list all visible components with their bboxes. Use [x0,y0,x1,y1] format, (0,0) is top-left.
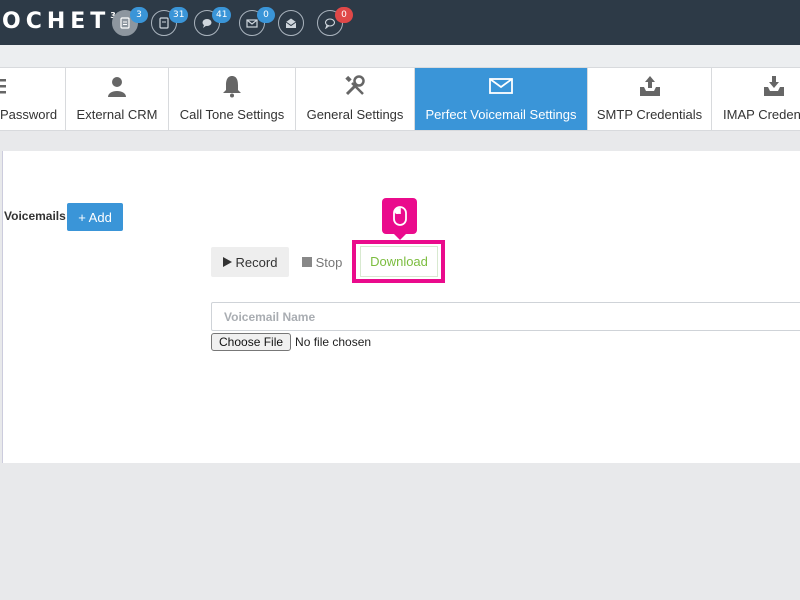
badge-count: 0 [335,7,353,23]
tab-call-tone-settings[interactable]: Call Tone Settings [169,68,296,130]
tab-imap-credentials[interactable]: IMAP Credentials [712,68,800,130]
tab-label: IMAP Credentials [723,107,800,122]
list-icon [0,79,6,94]
mouse-icon [392,206,407,226]
inbox-button[interactable] [278,10,304,36]
notifications-files-button[interactable]: 31 [151,7,189,36]
record-button[interactable]: Record [211,247,289,277]
tab-smtp-credentials[interactable]: SMTP Credentials [588,68,712,130]
download-button[interactable]: Download [360,246,438,277]
tab-label: Perfect Voicemail Settings [425,107,577,122]
speech-bubble-icon [324,18,336,29]
tab-label: Call Tone Settings [179,107,285,122]
document-icon [159,17,169,29]
chat-icon [202,19,212,28]
logo-text: OCHET [2,9,111,34]
badge-count: 0 [257,7,275,23]
inbox-upload-icon [639,76,660,96]
tab-label: SMTP Credentials [596,107,703,122]
tab-label: Password [0,107,58,122]
top-navbar: OCHET360 3 31 41 0 0 [0,0,800,45]
play-icon [222,257,232,267]
tab-password[interactable]: Password [0,68,66,130]
user-icon [108,77,126,97]
file-status-text: No file chosen [295,335,372,349]
mouse-click-indicator [382,198,417,240]
record-label: Record [235,254,278,270]
voicemails-label: Voicemails [4,209,66,223]
notifications-mail-button[interactable]: 0 [239,7,275,36]
bell-icon [223,76,241,98]
tab-general-settings[interactable]: General Settings [296,68,415,130]
sub-header-bar [0,45,800,67]
add-voicemail-button[interactable]: + Add [67,203,123,231]
badge-count: 3 [130,7,148,23]
document-icon [120,17,130,29]
envelope-icon [246,19,258,28]
tab-perfect-voicemail-settings[interactable]: Perfect Voicemail Settings [415,68,588,130]
notifications-documents-button[interactable]: 3 [112,7,148,36]
stop-label: Stop [315,254,343,270]
tab-label: External CRM [76,107,158,122]
inbox-download-icon [763,76,784,96]
choose-file-button[interactable]: Choose File [211,333,292,351]
tab-label: General Settings [306,107,404,122]
tab-separator-strip [0,132,800,151]
settings-tab-bar: Password External CRM Call Tone Settings… [0,67,800,131]
envelope-open-icon [285,18,297,28]
file-upload-row: Choose File No file chosen [211,333,371,351]
tab-external-crm[interactable]: External CRM [66,68,169,130]
stop-button[interactable]: Stop [294,247,350,277]
envelope-icon [489,78,513,94]
stop-icon [301,257,312,267]
app-logo[interactable]: OCHET360 [2,9,127,34]
badge-count: 31 [169,7,189,23]
voicemail-name-input[interactable] [211,302,800,331]
messages-button[interactable]: 0 [317,7,353,36]
notifications-chat-button[interactable]: 41 [194,7,232,36]
tools-icon [345,75,365,96]
badge-count: 41 [212,7,232,23]
